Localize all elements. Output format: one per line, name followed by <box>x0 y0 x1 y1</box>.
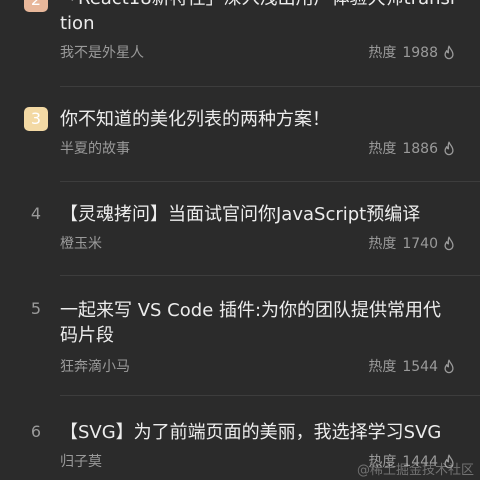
article-title[interactable]: 【灵魂拷问】当面试官问你JavaScript预编译 <box>60 202 458 227</box>
list-item[interactable]: 3 你不知道的美化列表的两种方案！ 半夏的故事 热度 1886 <box>0 86 480 181</box>
flame-icon <box>444 454 454 469</box>
author-name[interactable]: 半夏的故事 <box>60 139 130 159</box>
flame-icon <box>444 45 454 60</box>
heat-value: 1988 <box>402 45 438 61</box>
rank-number: 5 <box>30 299 42 318</box>
list-item[interactable]: 2 「React18新特性」深入浅出用户体验大师transition 我不是外星… <box>0 0 480 86</box>
article-title[interactable]: 「React18新特性」深入浅出用户体验大师transition <box>60 0 458 36</box>
article-title[interactable]: 你不知道的美化列表的两种方案！ <box>60 107 458 132</box>
list-item[interactable]: 6 【SVG】为了前端页面的美丽，我选择学习SVG 归子莫 热度 1444 <box>0 395 480 480</box>
flame-icon <box>444 141 454 156</box>
heat-info: 热度 1886 <box>368 139 456 159</box>
heat-label: 热度 <box>368 454 397 470</box>
list-item[interactable]: 4 【灵魂拷问】当面试官问你JavaScript预编译 橙玉米 热度 1740 <box>0 181 480 275</box>
flame-icon <box>444 236 454 251</box>
heat-info: 热度 1740 <box>368 234 456 254</box>
heat-label: 热度 <box>368 45 397 61</box>
author-name[interactable]: 橙玉米 <box>60 234 102 254</box>
author-name[interactable]: 归子莫 <box>60 452 102 472</box>
rank-number: 4 <box>30 204 42 223</box>
heat-label: 热度 <box>368 359 397 375</box>
article-meta: 橙玉米 热度 1740 <box>60 234 456 254</box>
heat-value: 1544 <box>402 359 438 375</box>
author-name[interactable]: 狂奔滴小马 <box>60 357 130 377</box>
rank-badge: 2 <box>24 0 48 12</box>
article-meta: 归子莫 热度 1444 <box>60 452 456 472</box>
hot-articles-page: 2 「React18新特性」深入浅出用户体验大师transition 我不是外星… <box>0 0 480 480</box>
flame-icon <box>444 359 454 374</box>
heat-label: 热度 <box>368 236 397 252</box>
heat-info: 热度 1988 <box>368 43 456 63</box>
article-meta: 狂奔滴小马 热度 1544 <box>60 357 456 377</box>
article-meta: 我不是外星人 热度 1988 <box>60 43 456 63</box>
rank-badge: 3 <box>24 107 48 131</box>
article-title[interactable]: 【SVG】为了前端页面的美丽，我选择学习SVG <box>60 420 458 445</box>
heat-info: 热度 1444 <box>368 452 456 472</box>
heat-value: 1740 <box>402 236 438 252</box>
article-title[interactable]: 一起来写 VS Code 插件:为你的团队提供常用代码片段 <box>60 298 458 348</box>
rank-number: 6 <box>30 422 42 441</box>
list-item[interactable]: 5 一起来写 VS Code 插件:为你的团队提供常用代码片段 狂奔滴小马 热度… <box>0 275 480 395</box>
heat-info: 热度 1544 <box>368 357 456 377</box>
heat-label: 热度 <box>368 141 397 157</box>
heat-value: 1886 <box>402 141 438 157</box>
article-meta: 半夏的故事 热度 1886 <box>60 139 456 159</box>
author-name[interactable]: 我不是外星人 <box>60 43 144 63</box>
heat-value: 1444 <box>402 454 438 470</box>
